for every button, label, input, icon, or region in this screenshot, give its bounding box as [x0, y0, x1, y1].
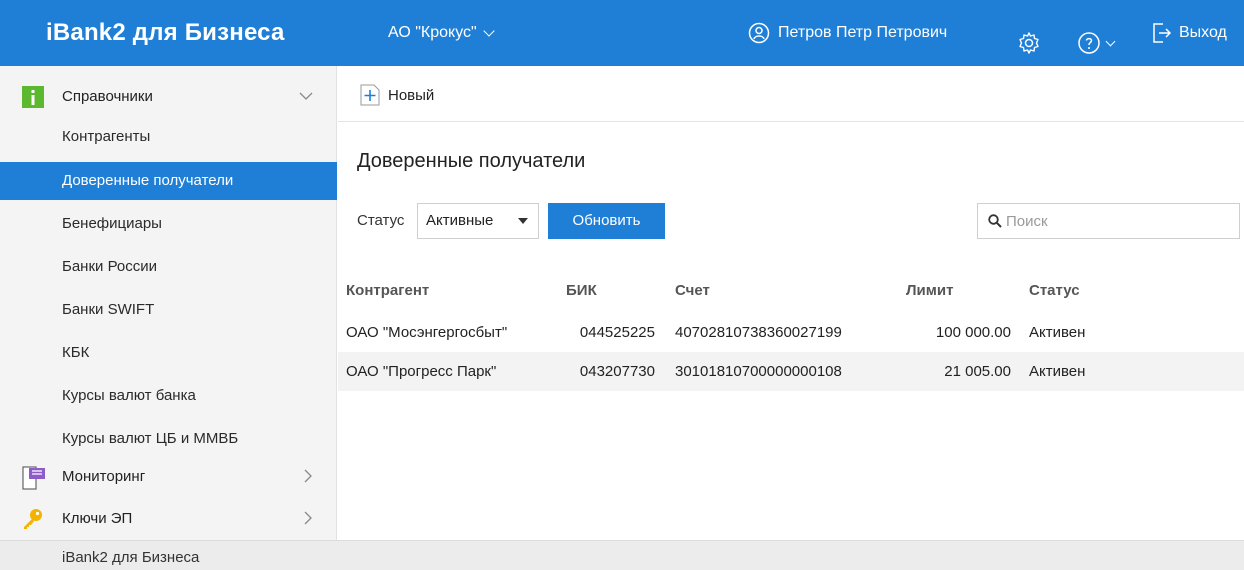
- help-icon: [1078, 32, 1100, 54]
- sidebar-item-swift-banks[interactable]: Банки SWIFT: [0, 291, 337, 329]
- table-row[interactable]: ОАО "Прогресс Парк" 043207730 3010181070…: [338, 352, 1244, 391]
- sidebar-group-keys[interactable]: Ключи ЭП: [0, 498, 337, 538]
- sidebar-item-trusted-recipients[interactable]: Доверенные получатели: [0, 162, 337, 200]
- cell-limit: 100 000.00: [935, 324, 1011, 341]
- table-header-row: Контрагент БИК Счет Лимит Статус: [338, 268, 1244, 313]
- chevron-right-icon: [304, 511, 312, 525]
- status-filter-select[interactable]: Активные: [417, 203, 539, 239]
- column-header-counterparty[interactable]: Контрагент: [338, 268, 566, 313]
- cell-limit: 21 005.00: [906, 352, 1021, 391]
- user-menu[interactable]: Петров Петр Петрович: [748, 0, 947, 66]
- help-menu[interactable]: [1077, 31, 1116, 55]
- table-row[interactable]: ОАО "Мосэнгергосбыт" 044525225 407028107…: [338, 313, 1244, 352]
- refresh-button[interactable]: Обновить: [548, 203, 665, 239]
- logout-icon: [1153, 23, 1172, 43]
- chevron-down-icon: [299, 92, 313, 100]
- new-button-label: Новый: [388, 86, 435, 104]
- caret-down-icon: [518, 218, 528, 224]
- footer: iBank2 для Бизнеса: [0, 540, 1244, 570]
- sidebar-item-cb-rates[interactable]: Курсы валют ЦБ и ММВБ: [0, 420, 337, 458]
- user-circle-icon: [748, 22, 770, 44]
- app-brand[interactable]: iBank2 для Бизнеса: [46, 0, 285, 66]
- search-input[interactable]: [1006, 204, 1226, 238]
- sidebar-group-monitoring[interactable]: Мониторинг: [0, 456, 337, 496]
- cell-counterparty: ОАО "Мосэнгергосбыт": [346, 324, 508, 341]
- sidebar-item-kbk[interactable]: КБК: [0, 334, 337, 372]
- top-header: iBank2 для Бизнеса АО "Крокус" Петров Пе…: [0, 0, 1244, 66]
- column-header-status[interactable]: Статус: [1021, 268, 1244, 313]
- key-icon: [24, 509, 42, 529]
- column-header-account[interactable]: Счет: [667, 268, 906, 313]
- logout-button[interactable]: Выход: [1151, 0, 1227, 66]
- cell-bik: 043207730: [566, 352, 667, 391]
- page-title: Доверенные получатели: [357, 150, 586, 172]
- chevron-down-icon: [1105, 36, 1116, 46]
- sidebar-group-label: Справочники: [62, 87, 153, 105]
- recipients-table: Контрагент БИК Счет Лимит Статус ОАО "Мо…: [338, 268, 1244, 391]
- gear-icon[interactable]: [1017, 31, 1041, 55]
- chevron-right-icon: [304, 469, 312, 483]
- sidebar-group-label: Ключи ЭП: [62, 509, 133, 527]
- status-filter-label: Статус: [357, 212, 405, 229]
- user-name: Петров Петр Петрович: [778, 24, 948, 41]
- column-header-limit[interactable]: Лимит: [906, 268, 1021, 313]
- monitor-icon: [22, 466, 45, 490]
- plus-icon: [360, 84, 380, 106]
- sidebar-item-russian-banks[interactable]: Банки России: [0, 248, 337, 286]
- organization-name: АО "Крокус": [388, 24, 477, 41]
- column-header-bik[interactable]: БИК: [566, 268, 667, 313]
- sidebar-group-directories[interactable]: Справочники: [0, 76, 337, 116]
- search-box: [977, 203, 1240, 239]
- search-icon: [988, 214, 1002, 228]
- chevron-down-icon: [483, 25, 495, 37]
- cell-bik: 044525225: [579, 324, 655, 341]
- cell-counterparty: ОАО "Прогресс Парк": [338, 352, 566, 391]
- toolbar: Новый: [338, 66, 1244, 122]
- sidebar-item-bank-rates[interactable]: Курсы валют банка: [0, 377, 337, 415]
- status-filter-value: Активные: [426, 212, 494, 229]
- cell-status: Активен: [1029, 324, 1086, 341]
- info-icon: [22, 86, 44, 108]
- footer-text: iBank2 для Бизнеса: [62, 549, 200, 566]
- logout-label: Выход: [1179, 24, 1227, 41]
- organization-selector[interactable]: АО "Крокус": [388, 0, 495, 66]
- sidebar-item-beneficiaries[interactable]: Бенефициары: [0, 205, 337, 243]
- sidebar-group-label: Мониторинг: [62, 467, 146, 485]
- cell-status: Активен: [1021, 352, 1244, 391]
- cell-account: 30101810700000000108: [667, 352, 906, 391]
- sidebar: Справочники Контрагенты Доверенные получ…: [0, 66, 337, 540]
- sidebar-item-counterparties[interactable]: Контрагенты: [0, 118, 337, 156]
- new-button[interactable]: Новый: [360, 84, 434, 106]
- cell-account: 40702810738360027199: [675, 324, 842, 341]
